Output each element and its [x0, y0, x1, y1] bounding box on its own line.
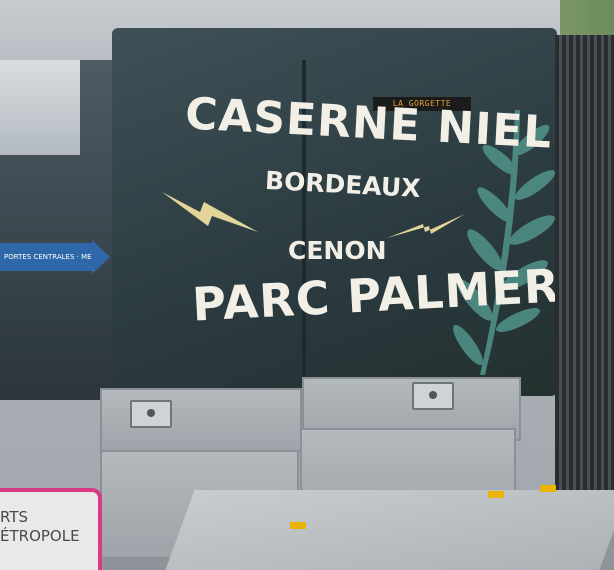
station-sign-line1: RTS — [0, 508, 29, 526]
yellow-marker — [488, 491, 504, 498]
yellow-marker — [540, 485, 556, 492]
station-sign-line2: ÉTROPOLE — [0, 527, 80, 545]
lightning-bolt-icon — [387, 214, 465, 238]
tram-photo: PORTES CENTRALES · MERO LA GORGETTE CASE… — [0, 0, 614, 570]
left-window-reflection — [0, 60, 80, 155]
platform — [165, 490, 614, 570]
tram-articulation-bellows — [555, 35, 614, 505]
yellow-marker — [290, 522, 306, 529]
door-handle-icon — [130, 400, 172, 428]
door-handle-icon — [412, 382, 454, 410]
arrow-right-icon — [92, 240, 110, 274]
ad-subtitle-cenon: CENON — [288, 236, 387, 265]
direction-sign: PORTES CENTRALES · MERO — [0, 243, 92, 271]
lightning-bolt-icon — [162, 192, 258, 232]
